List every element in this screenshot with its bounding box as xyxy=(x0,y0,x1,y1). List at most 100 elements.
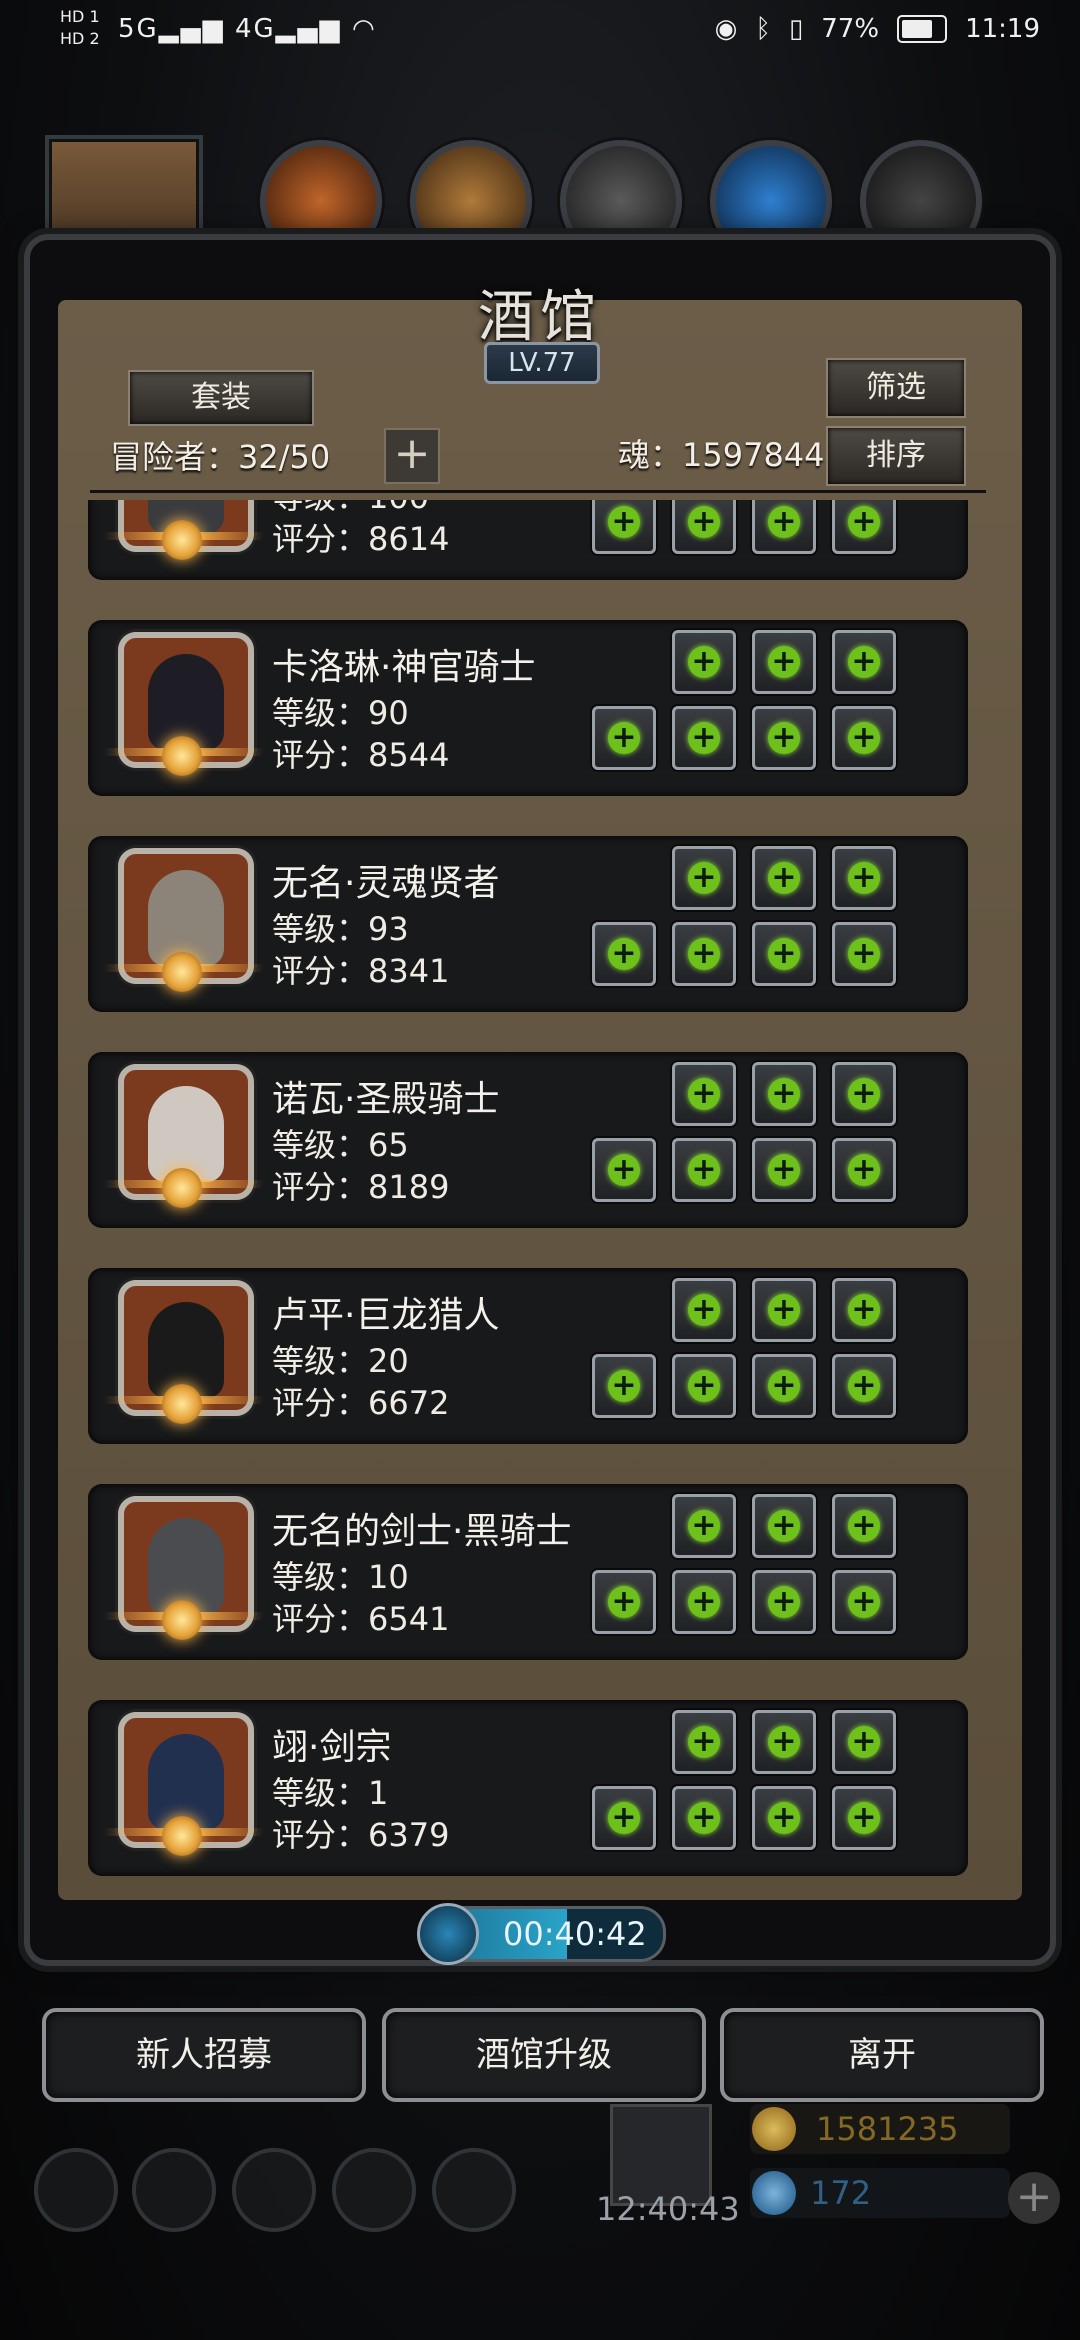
rank-medal-icon xyxy=(162,520,202,560)
equip-slot-pants-button[interactable]: + xyxy=(832,1494,896,1558)
upgrade-tavern-button[interactable]: 酒馆升级 xyxy=(382,2008,706,2102)
equip-slot-ring-button[interactable]: + xyxy=(752,1354,816,1418)
hero-card[interactable]: 卢平·巨龙猎人 等级：20 评分：6672 + + + + + + + xyxy=(88,1268,968,1444)
equip-slot-weapon-button[interactable]: + xyxy=(592,922,656,986)
add-equip-icon: + xyxy=(848,938,880,970)
filter-button[interactable]: 筛选 xyxy=(826,358,966,418)
equip-slot-helmet-button[interactable]: + xyxy=(672,1710,736,1774)
equip-slot-shield-button[interactable]: + xyxy=(672,706,736,770)
sim2-label: HD 2 xyxy=(60,29,100,48)
add-equip-icon: + xyxy=(848,1294,880,1326)
castle-icon[interactable] xyxy=(232,2148,316,2232)
status-right: ◉ ᛒ ▯ 77% 11:19 xyxy=(715,14,1040,44)
equip-slot-pants-button[interactable]: + xyxy=(832,1062,896,1126)
hero-level: 等级：10 xyxy=(272,1558,409,1596)
hero-level: 等级：93 xyxy=(272,910,409,948)
add-equip-icon: + xyxy=(768,506,800,538)
add-equip-icon: + xyxy=(688,646,720,678)
equip-slot-amulet-button[interactable]: + xyxy=(832,706,896,770)
add-equip-icon: + xyxy=(848,1586,880,1618)
add-equip-icon: + xyxy=(688,1078,720,1110)
shop-icon[interactable] xyxy=(432,2148,516,2232)
add-equip-icon: + xyxy=(688,722,720,754)
equip-slot-shield-button[interactable]: + xyxy=(672,922,736,986)
hero-card[interactable]: 等级：100评分：8614+++++++ xyxy=(88,500,968,580)
sim-indicators: HD 1 HD 2 xyxy=(60,6,100,50)
network1-label: 5G xyxy=(118,14,159,44)
equip-slot-pants-button[interactable]: + xyxy=(832,846,896,910)
equip-slot-amulet-button[interactable]: + xyxy=(832,1354,896,1418)
add-equip-icon: + xyxy=(688,1586,720,1618)
equip-slot-amulet-button[interactable]: + xyxy=(832,500,896,554)
equip-slot-amulet-button[interactable]: + xyxy=(832,1570,896,1634)
tavern-title: 酒馆 xyxy=(478,285,602,350)
recruit-button[interactable]: 新人招募 xyxy=(42,2008,366,2102)
equip-slot-pants-button[interactable]: + xyxy=(832,1278,896,1342)
hero-card[interactable]: 无名·灵魂贤者 等级：93 评分：8341 + + + + + + + xyxy=(88,836,968,1012)
equip-slot-armor-button[interactable]: + xyxy=(752,630,816,694)
add-equip-icon: + xyxy=(688,1726,720,1758)
equip-slot-armor-button[interactable]: + xyxy=(752,1278,816,1342)
equip-slot-amulet-button[interactable]: + xyxy=(832,1138,896,1202)
add-equip-icon: + xyxy=(688,1802,720,1834)
hero-name: 无名的剑士·黑骑士 xyxy=(272,1511,572,1552)
equip-slot-weapon-button[interactable]: + xyxy=(592,1138,656,1202)
set-button[interactable]: 套装 xyxy=(128,370,314,426)
hero-card[interactable]: 翊·剑宗 等级：1 评分：6379 + + + + + + + xyxy=(88,1700,968,1876)
leave-button[interactable]: 离开 xyxy=(720,2008,1044,2102)
add-equip-icon: + xyxy=(768,1802,800,1834)
add-equip-icon: + xyxy=(768,1370,800,1402)
equip-slot-helmet-button[interactable]: + xyxy=(672,1062,736,1126)
equip-slot-ring-button[interactable]: + xyxy=(752,922,816,986)
sort-button[interactable]: 排序 xyxy=(826,426,966,486)
equip-slot-ring-button[interactable]: + xyxy=(752,500,816,554)
guild-icon[interactable] xyxy=(132,2148,216,2232)
equip-slot-helmet-button[interactable]: + xyxy=(672,630,736,694)
rank-medal-icon xyxy=(162,952,202,992)
equip-slot-helmet-button[interactable]: + xyxy=(672,846,736,910)
equip-slot-amulet-button[interactable]: + xyxy=(832,1786,896,1850)
add-equip-icon: + xyxy=(608,1154,640,1186)
equip-slot-ring-button[interactable]: + xyxy=(752,706,816,770)
settings-icon[interactable] xyxy=(34,2148,118,2232)
equip-slot-shield-button[interactable]: + xyxy=(672,1786,736,1850)
equip-slot-armor-button[interactable]: + xyxy=(752,846,816,910)
hero-card[interactable]: 卡洛琳·神官骑士 等级：90 评分：8544 + + + + + + + xyxy=(88,620,968,796)
hero-list[interactable]: 等级：100评分：8614+++++++卡洛琳·神官骑士等级：90评分：8544… xyxy=(88,500,988,1884)
gold-coin-icon xyxy=(752,2107,796,2151)
equip-slot-helmet-button[interactable]: + xyxy=(672,1278,736,1342)
equip-slot-ring-button[interactable]: + xyxy=(752,1786,816,1850)
signal-icons: 5G▂▄▆ 4G▂▄▆ ◠ xyxy=(118,14,377,44)
equip-slot-armor-button[interactable]: + xyxy=(752,1710,816,1774)
equip-slot-weapon-button[interactable]: + xyxy=(592,1570,656,1634)
equip-slot-shield-button[interactable]: + xyxy=(672,1138,736,1202)
equip-slot-shield-button[interactable]: + xyxy=(672,1570,736,1634)
add-equip-icon: + xyxy=(848,1802,880,1834)
divider xyxy=(90,490,986,493)
add-adventurer-slot-button[interactable]: + xyxy=(384,428,440,484)
equip-slot-weapon-button[interactable]: + xyxy=(592,1786,656,1850)
equip-slot-amulet-button[interactable]: + xyxy=(832,922,896,986)
equip-slot-pants-button[interactable]: + xyxy=(832,630,896,694)
equip-slot-shield-button[interactable]: + xyxy=(672,1354,736,1418)
add-currency-button[interactable]: + xyxy=(1008,2172,1060,2224)
hero-card[interactable]: 无名的剑士·黑骑士 等级：10 评分：6541 + + + + + + + xyxy=(88,1484,968,1660)
adventurers-count: 冒险者：32/50 xyxy=(110,438,331,476)
equip-slot-helmet-button[interactable]: + xyxy=(672,1494,736,1558)
equip-slot-weapon-button[interactable]: + xyxy=(592,1354,656,1418)
add-equip-icon: + xyxy=(608,506,640,538)
wifi-icon: ◠ xyxy=(351,14,377,44)
equip-slot-weapon-button[interactable]: + xyxy=(592,500,656,554)
mail-icon[interactable] xyxy=(332,2148,416,2232)
equip-slot-shield-button[interactable]: + xyxy=(672,500,736,554)
equip-slot-ring-button[interactable]: + xyxy=(752,1570,816,1634)
hero-score: 评分：6379 xyxy=(272,1816,450,1854)
equip-slot-weapon-button[interactable]: + xyxy=(592,706,656,770)
equip-slot-armor-button[interactable]: + xyxy=(752,1494,816,1558)
equip-slot-pants-button[interactable]: + xyxy=(832,1710,896,1774)
hero-card[interactable]: 诺瓦·圣殿骑士 等级：65 评分：8189 + + + + + + + xyxy=(88,1052,968,1228)
gold-value: 1581235 xyxy=(816,2110,959,2148)
equip-slot-armor-button[interactable]: + xyxy=(752,1062,816,1126)
equip-slot-ring-button[interactable]: + xyxy=(752,1138,816,1202)
battery-percent: 77% xyxy=(821,14,880,44)
